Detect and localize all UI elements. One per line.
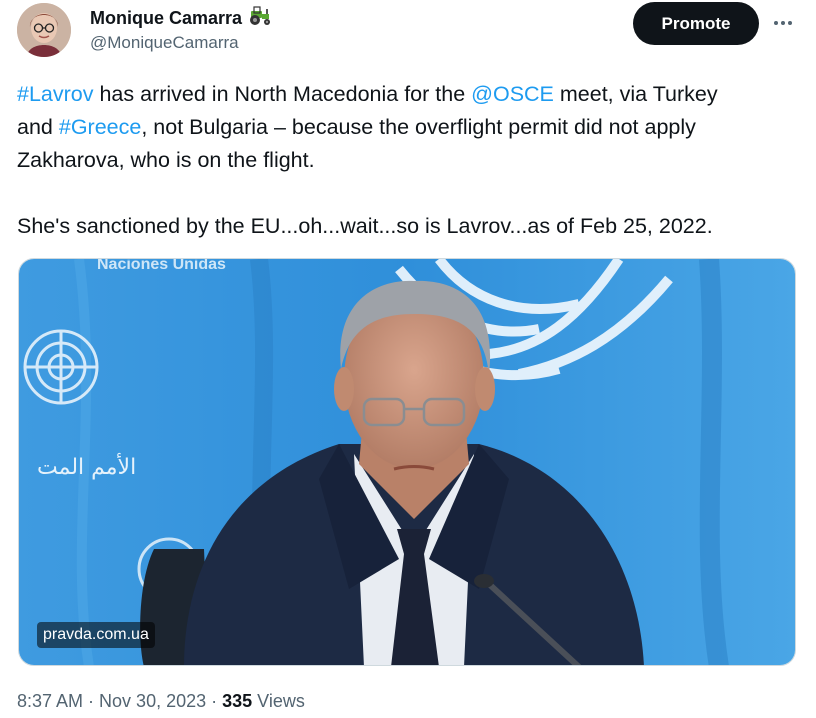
more-options-button[interactable] — [770, 10, 796, 36]
meta-separator: · — [206, 691, 223, 711]
photo-lavrov-un-press: Naciones Unidas الأمم المت — [19, 259, 795, 665]
tweet-line-1: #Lavrov has arrived in North Macedonia f… — [17, 78, 802, 111]
hashtag-greece-link[interactable]: #Greece — [59, 115, 141, 139]
author-name-row[interactable]: Monique Camarra — [90, 6, 272, 31]
tweet-text-segment: , not Bulgaria – because the overflight … — [141, 115, 696, 139]
tweet-text-segment: and — [17, 115, 59, 139]
meta-separator: · — [83, 691, 100, 711]
tweet-date[interactable]: Nov 30, 2023 — [99, 691, 206, 711]
tweet-meta: 8:37 AM · Nov 30, 2023 · 335 Views — [17, 691, 305, 712]
mention-osce-link[interactable]: @OSCE — [471, 82, 554, 106]
more-horizontal-icon — [774, 21, 792, 25]
backdrop-text: Naciones Unidas — [97, 259, 226, 273]
views-count[interactable]: 335 — [222, 691, 252, 711]
promote-button[interactable]: Promote — [633, 2, 759, 45]
watermark-label: pravda.com.ua — [37, 622, 155, 648]
un-emblem-left — [23, 329, 99, 405]
arabic-backdrop-text: الأمم المت — [37, 453, 136, 480]
avatar[interactable] — [17, 3, 71, 57]
avatar-image — [17, 3, 71, 57]
tweet-time[interactable]: 8:37 AM — [17, 691, 83, 711]
tractor-emoji-icon — [248, 6, 272, 31]
tweet-line-4: She's sanctioned by the EU...oh...wait..… — [17, 214, 713, 238]
tweet-line-2: and #Greece, not Bulgaria – because the … — [17, 111, 802, 144]
tweet-text-segment: meet, via Turkey — [553, 82, 718, 106]
tweet-line-3: Zakharova, who is on the flight. — [17, 148, 315, 172]
hashtag-lavrov-link[interactable]: #Lavrov — [17, 82, 94, 106]
author-handle[interactable]: @MoniqueCamarra — [90, 33, 239, 53]
tweet-photo[interactable]: Naciones Unidas الأمم المت pravda.com.ua — [18, 258, 796, 666]
tweet-text-segment: has arrived in North Macedonia for the — [93, 82, 472, 106]
views-label: Views — [252, 691, 305, 711]
tweet-text: #Lavrov has arrived in North Macedonia f… — [17, 78, 802, 243]
author-name[interactable]: Monique Camarra — [90, 8, 242, 29]
